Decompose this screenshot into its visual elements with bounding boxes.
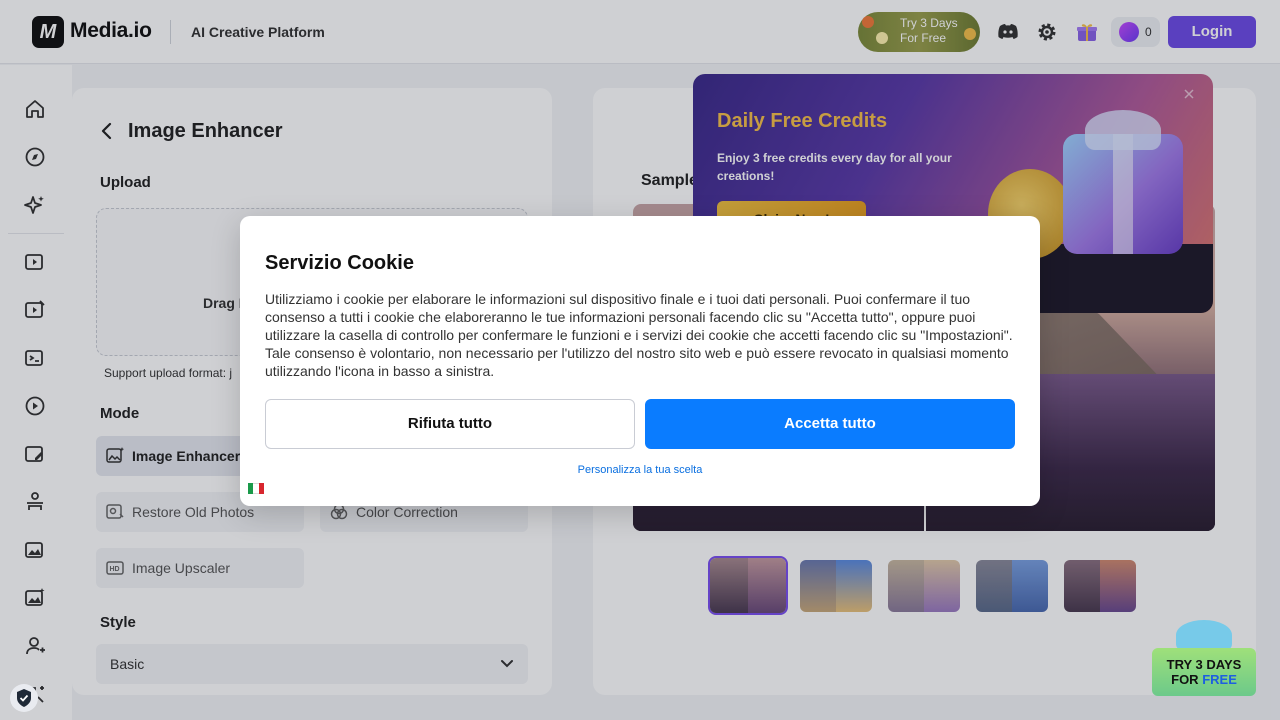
accept-all-button[interactable]: Accetta tutto bbox=[645, 399, 1015, 449]
shield-check-icon bbox=[17, 689, 31, 707]
customize-choice-link[interactable]: Personalizza la tua scelta bbox=[240, 464, 1040, 476]
cookie-consent-dialog: Servizio Cookie Utilizziamo i cookie per… bbox=[240, 216, 1040, 506]
try-promo-line1: TRY 3 DAYS bbox=[1166, 657, 1242, 672]
try-promo-line2: FOR FREE bbox=[1152, 672, 1256, 687]
try-promo-prefix: FOR bbox=[1171, 672, 1203, 687]
cookie-description: Utilizziamo i cookie per elaborare le in… bbox=[265, 291, 1013, 379]
italy-flag-icon[interactable] bbox=[248, 483, 264, 494]
try-promo-free: FREE bbox=[1202, 672, 1237, 687]
cookie-title: Servizio Cookie bbox=[265, 252, 414, 274]
reject-all-button[interactable]: Rifiuta tutto bbox=[265, 399, 635, 449]
try-promo-bow bbox=[1176, 620, 1232, 650]
cookie-settings-shield[interactable] bbox=[10, 684, 38, 712]
try-free-promo[interactable]: TRY 3 DAYS FOR FREE bbox=[1152, 648, 1256, 696]
